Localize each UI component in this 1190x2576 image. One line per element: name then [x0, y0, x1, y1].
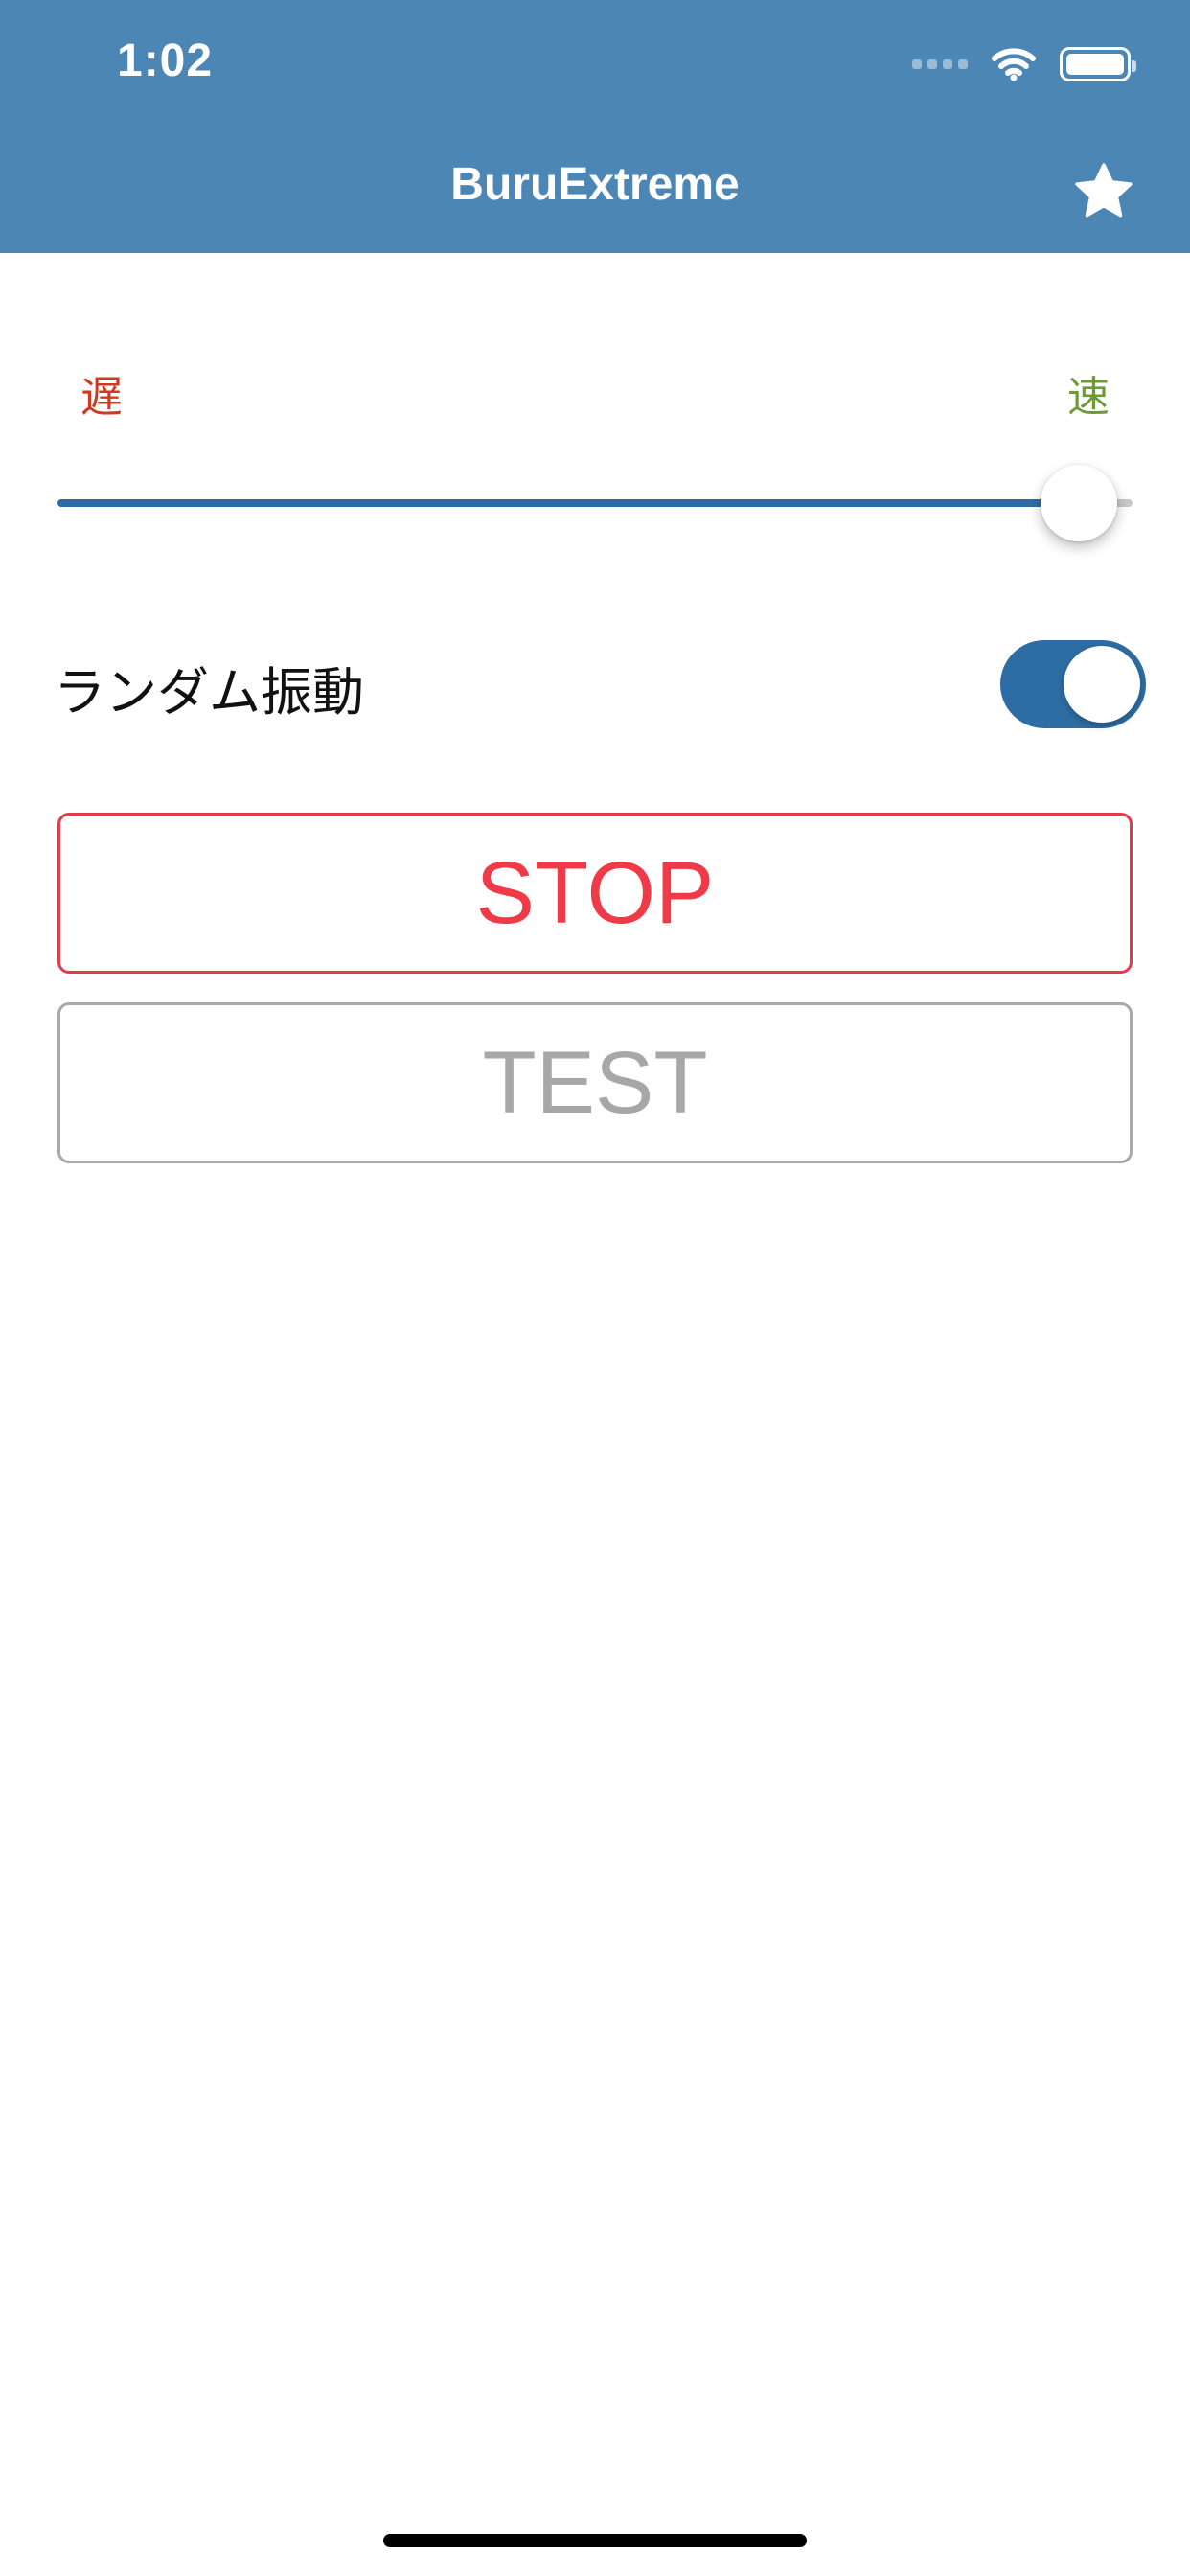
favorite-button[interactable]	[1069, 157, 1138, 226]
wifi-icon	[992, 48, 1036, 81]
random-vibration-label: ランダム振動	[54, 662, 364, 723]
random-vibration-toggle[interactable]	[1000, 640, 1146, 728]
fast-label: 速	[1067, 373, 1110, 422]
stop-button[interactable]: STOP	[57, 813, 1133, 974]
cellular-signal-icon	[912, 59, 968, 69]
toggle-knob	[1064, 646, 1140, 723]
status-time: 1:02	[117, 35, 214, 86]
page-title: BuruExtreme	[450, 159, 740, 210]
slider-track[interactable]	[57, 499, 1133, 507]
home-indicator[interactable]	[383, 2534, 807, 2547]
slow-label: 遅	[80, 373, 123, 422]
app-screen: 1:02 BuruExtreme 遅 速 ランダム振動 STOP TEST	[0, 0, 1190, 2576]
test-button[interactable]: TEST	[57, 1002, 1133, 1163]
star-icon	[1075, 163, 1133, 218]
slider-fill	[57, 499, 1079, 507]
speed-slider[interactable]	[57, 460, 1133, 546]
header: 1:02 BuruExtreme	[0, 0, 1190, 253]
status-indicators	[912, 44, 1136, 84]
battery-icon	[1060, 47, 1136, 81]
slider-thumb[interactable]	[1040, 465, 1117, 541]
